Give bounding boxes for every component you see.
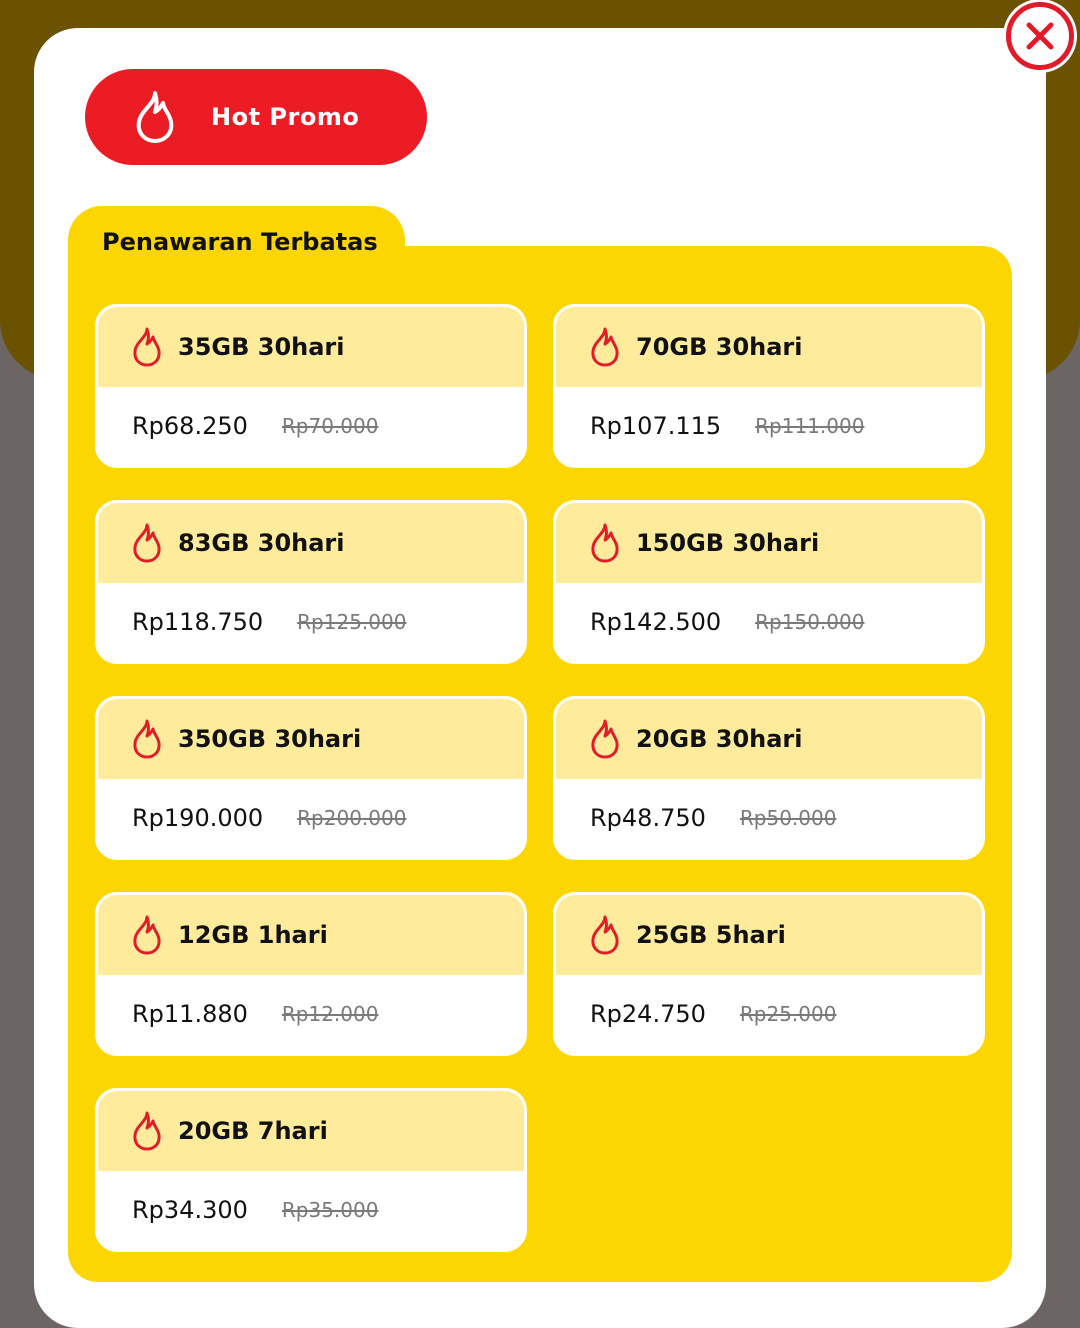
offer-card-body: Rp34.300 Rp35.000 — [98, 1171, 524, 1249]
offer-name: 83GB 30hari — [178, 529, 345, 557]
offer-card-header: 20GB 30hari — [556, 699, 982, 779]
offer-old-price: Rp12.000 — [281, 1002, 379, 1026]
offer-name: 12GB 1hari — [178, 921, 328, 949]
offer-price: Rp34.300 — [132, 1196, 248, 1224]
offer-price: Rp190.000 — [132, 804, 264, 832]
offer-card[interactable]: 25GB 5hari Rp24.750 Rp25.000 — [553, 892, 985, 1056]
offer-old-price: Rp150.000 — [755, 610, 865, 634]
offer-price: Rp118.750 — [132, 608, 264, 636]
offer-old-price: Rp111.000 — [755, 414, 865, 438]
offer-price: Rp48.750 — [590, 804, 706, 832]
flame-icon — [589, 915, 621, 955]
offer-card-body: Rp11.880 Rp12.000 — [98, 975, 524, 1053]
flame-icon — [589, 327, 621, 367]
offer-card[interactable]: 35GB 30hari Rp68.250 Rp70.000 — [95, 304, 527, 468]
flame-icon — [131, 915, 163, 955]
offer-name: 20GB 7hari — [178, 1117, 328, 1145]
offer-card-header: 350GB 30hari — [98, 699, 524, 779]
flame-icon — [131, 1111, 163, 1151]
offer-card[interactable]: 83GB 30hari Rp118.750 Rp125.000 — [95, 500, 527, 664]
offer-card-header: 20GB 7hari — [98, 1091, 524, 1171]
close-button[interactable] — [1006, 2, 1074, 70]
offer-name: 70GB 30hari — [636, 333, 803, 361]
flame-icon — [589, 719, 621, 759]
offer-price: Rp142.500 — [590, 608, 722, 636]
offer-card[interactable]: 20GB 30hari Rp48.750 Rp50.000 — [553, 696, 985, 860]
offer-name: 25GB 5hari — [636, 921, 786, 949]
offer-name: 150GB 30hari — [636, 529, 820, 557]
flame-icon — [131, 719, 163, 759]
offer-card-header: 35GB 30hari — [98, 307, 524, 387]
offer-price: Rp11.880 — [132, 1000, 248, 1028]
offer-card-body: Rp107.115 Rp111.000 — [556, 387, 982, 465]
offer-card[interactable]: 70GB 30hari Rp107.115 Rp111.000 — [553, 304, 985, 468]
offer-price: Rp68.250 — [132, 412, 248, 440]
offer-card-body: Rp48.750 Rp50.000 — [556, 779, 982, 857]
offer-card[interactable]: 150GB 30hari Rp142.500 Rp150.000 — [553, 500, 985, 664]
offer-card-body: Rp68.250 Rp70.000 — [98, 387, 524, 465]
offer-old-price: Rp125.000 — [297, 610, 407, 634]
offer-old-price: Rp35.000 — [281, 1198, 379, 1222]
offer-card-header: 25GB 5hari — [556, 895, 982, 975]
offer-name: 20GB 30hari — [636, 725, 803, 753]
offer-card[interactable]: 350GB 30hari Rp190.000 Rp200.000 — [95, 696, 527, 860]
offer-name: 350GB 30hari — [178, 725, 362, 753]
flame-icon — [131, 523, 163, 563]
flame-icon — [589, 523, 621, 563]
offer-card-header: 83GB 30hari — [98, 503, 524, 583]
hot-promo-label: Hot Promo — [211, 103, 360, 131]
flame-icon — [131, 327, 163, 367]
offer-card-body: Rp118.750 Rp125.000 — [98, 583, 524, 661]
offer-card[interactable]: 20GB 7hari Rp34.300 Rp35.000 — [95, 1088, 527, 1252]
offer-name: 35GB 30hari — [178, 333, 345, 361]
offer-card-header: 70GB 30hari — [556, 307, 982, 387]
close-icon — [1026, 22, 1054, 50]
offer-card-body: Rp24.750 Rp25.000 — [556, 975, 982, 1053]
flame-icon — [133, 89, 181, 145]
offer-card-header: 150GB 30hari — [556, 503, 982, 583]
offer-old-price: Rp50.000 — [739, 806, 837, 830]
offer-card-body: Rp142.500 Rp150.000 — [556, 583, 982, 661]
offer-old-price: Rp25.000 — [739, 1002, 837, 1026]
offer-card[interactable]: 12GB 1hari Rp11.880 Rp12.000 — [95, 892, 527, 1056]
offer-old-price: Rp70.000 — [281, 414, 379, 438]
section-title: Penawaran Terbatas — [102, 228, 378, 256]
offer-price: Rp24.750 — [590, 1000, 706, 1028]
hot-promo-button[interactable]: Hot Promo — [85, 69, 427, 165]
offer-price: Rp107.115 — [590, 412, 722, 440]
offer-old-price: Rp200.000 — [297, 806, 407, 830]
offer-card-body: Rp190.000 Rp200.000 — [98, 779, 524, 857]
offer-card-header: 12GB 1hari — [98, 895, 524, 975]
